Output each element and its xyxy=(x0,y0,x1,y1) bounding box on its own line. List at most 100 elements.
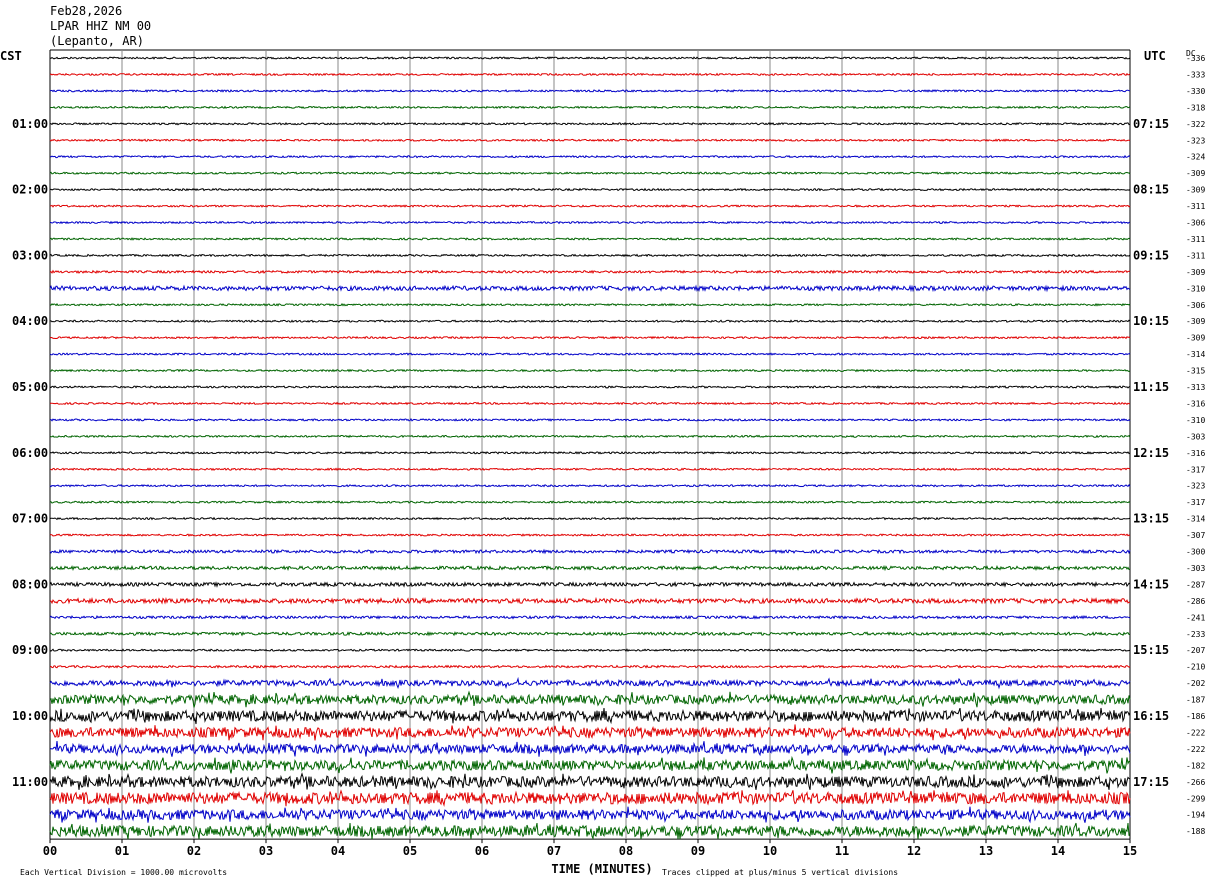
x-tick-label: 07 xyxy=(547,844,561,858)
cst-hour-label: 03:00 xyxy=(12,248,48,262)
trace-line xyxy=(49,352,1131,356)
trace-line xyxy=(49,434,1131,439)
dc-offset-label: -316 xyxy=(1186,449,1205,458)
trace-line xyxy=(49,581,1131,588)
dc-offset-label: -314 xyxy=(1186,515,1205,524)
labels: 00 01 02 03 04 05 06 07 08 09 10 11 12 13 14 15-336-333… xyxy=(12,54,1205,858)
scale-note: Each Vertical Division = 1000.00 microvo… xyxy=(20,868,227,877)
dc-offset-label: -202 xyxy=(1186,679,1205,688)
dc-offset-label: -316 xyxy=(1186,399,1205,408)
trace-line xyxy=(49,319,1131,323)
cst-hour-label: 11:00 xyxy=(12,775,48,789)
dc-offset-label: -222 xyxy=(1186,728,1205,737)
dc-offset-label: -187 xyxy=(1186,696,1205,705)
dc-offset-label: -311 xyxy=(1186,235,1205,244)
trace-line xyxy=(49,772,1131,791)
x-tick-label: 10 xyxy=(763,844,777,858)
cst-hour-label: 07:00 xyxy=(12,512,48,526)
x-tick-label: 15 xyxy=(1123,844,1137,858)
trace-line xyxy=(49,614,1131,620)
dc-offset-label: -323 xyxy=(1186,136,1205,145)
trace-line xyxy=(49,89,1131,93)
cst-hour-label: 06:00 xyxy=(12,446,48,460)
x-tick-label: 11 xyxy=(835,844,849,858)
helicorder-plot: 00 01 02 03 04 05 06 07 08 09 10 11 12 13 14 15-336-333… xyxy=(0,49,1205,877)
trace-line xyxy=(49,500,1131,504)
dc-offset-label: -317 xyxy=(1186,498,1205,507)
trace-line xyxy=(49,253,1131,258)
dc-offset-label: -315 xyxy=(1186,367,1205,376)
dc-offset-label: -303 xyxy=(1186,564,1205,573)
utc-hour-label: 12:15 xyxy=(1133,446,1169,460)
utc-hour-label: 14:15 xyxy=(1133,577,1169,591)
utc-hour-label: 11:15 xyxy=(1133,380,1169,394)
x-tick-label: 13 xyxy=(979,844,993,858)
dc-offset-label: -194 xyxy=(1186,811,1205,820)
trace-line xyxy=(49,237,1131,241)
dc-offset-label: -241 xyxy=(1186,613,1205,622)
dc-offset-label: -182 xyxy=(1186,761,1205,770)
x-tick-label: 06 xyxy=(475,844,489,858)
trace-line xyxy=(49,548,1131,555)
x-tick-label: 02 xyxy=(187,844,201,858)
trace-line xyxy=(49,105,1131,110)
dc-offset-label: -322 xyxy=(1186,120,1205,129)
x-tick-label: 01 xyxy=(115,844,129,858)
cst-hour-label: 01:00 xyxy=(12,117,48,131)
trace-line xyxy=(49,467,1131,472)
dc-offset-label: -330 xyxy=(1186,87,1205,96)
trace-line xyxy=(49,418,1131,422)
dc-offset-label: -266 xyxy=(1186,778,1205,787)
cst-hour-label: 08:00 xyxy=(12,577,48,591)
trace-line xyxy=(49,335,1131,340)
utc-hour-label: 10:15 xyxy=(1133,314,1169,328)
trace-line xyxy=(49,533,1131,537)
dc-offset-label: -286 xyxy=(1186,597,1205,606)
cst-label: CST xyxy=(0,49,22,63)
x-tick-label: 00 xyxy=(43,844,57,858)
utc-hour-label: 15:15 xyxy=(1133,643,1169,657)
cst-hour-label: 05:00 xyxy=(12,380,48,394)
trace-line xyxy=(49,822,1131,841)
utc-hour-label: 17:15 xyxy=(1133,775,1169,789)
grid xyxy=(49,49,1131,844)
cst-hour-label: 02:00 xyxy=(12,183,48,197)
trace-line xyxy=(49,630,1131,637)
trace-line xyxy=(49,664,1131,669)
dc-label: DC xyxy=(1186,49,1196,58)
trace-line xyxy=(49,648,1131,653)
trace-line xyxy=(49,596,1131,605)
dc-offset-label: -309 xyxy=(1186,169,1205,178)
dc-offset-label: -306 xyxy=(1186,301,1205,310)
cst-hour-label: 04:00 xyxy=(12,314,48,328)
traces xyxy=(49,56,1131,841)
utc-hour-label: 16:15 xyxy=(1133,709,1169,723)
dc-offset-label: -323 xyxy=(1186,482,1205,491)
dc-offset-label: -207 xyxy=(1186,646,1205,655)
cst-hour-label: 10:00 xyxy=(12,709,48,723)
trace-line xyxy=(49,450,1131,455)
dc-offset-label: -303 xyxy=(1186,432,1205,441)
trace-line xyxy=(49,121,1131,126)
dc-offset-label: -333 xyxy=(1186,70,1205,79)
x-tick-label: 12 xyxy=(907,844,921,858)
dc-offset-label: -307 xyxy=(1186,531,1205,540)
utc-hour-label: 09:15 xyxy=(1133,248,1169,262)
trace-line xyxy=(49,385,1131,389)
x-tick-label: 03 xyxy=(259,844,273,858)
utc-hour-label: 07:15 xyxy=(1133,117,1169,131)
cst-hour-label: 09:00 xyxy=(12,643,48,657)
dc-offset-label: -309 xyxy=(1186,334,1205,343)
trace-line xyxy=(49,401,1131,406)
utc-label: UTC xyxy=(1144,49,1166,63)
dc-offset-label: -186 xyxy=(1186,712,1205,721)
trace-line xyxy=(49,740,1131,757)
trace-line xyxy=(49,368,1131,373)
dc-offset-label: -222 xyxy=(1186,745,1205,754)
dc-offset-label: -309 xyxy=(1186,186,1205,195)
dc-offset-label: -287 xyxy=(1186,580,1205,589)
trace-line xyxy=(49,707,1131,725)
trace-line xyxy=(49,56,1131,60)
trace-line xyxy=(49,690,1131,708)
trace-line xyxy=(49,789,1131,807)
